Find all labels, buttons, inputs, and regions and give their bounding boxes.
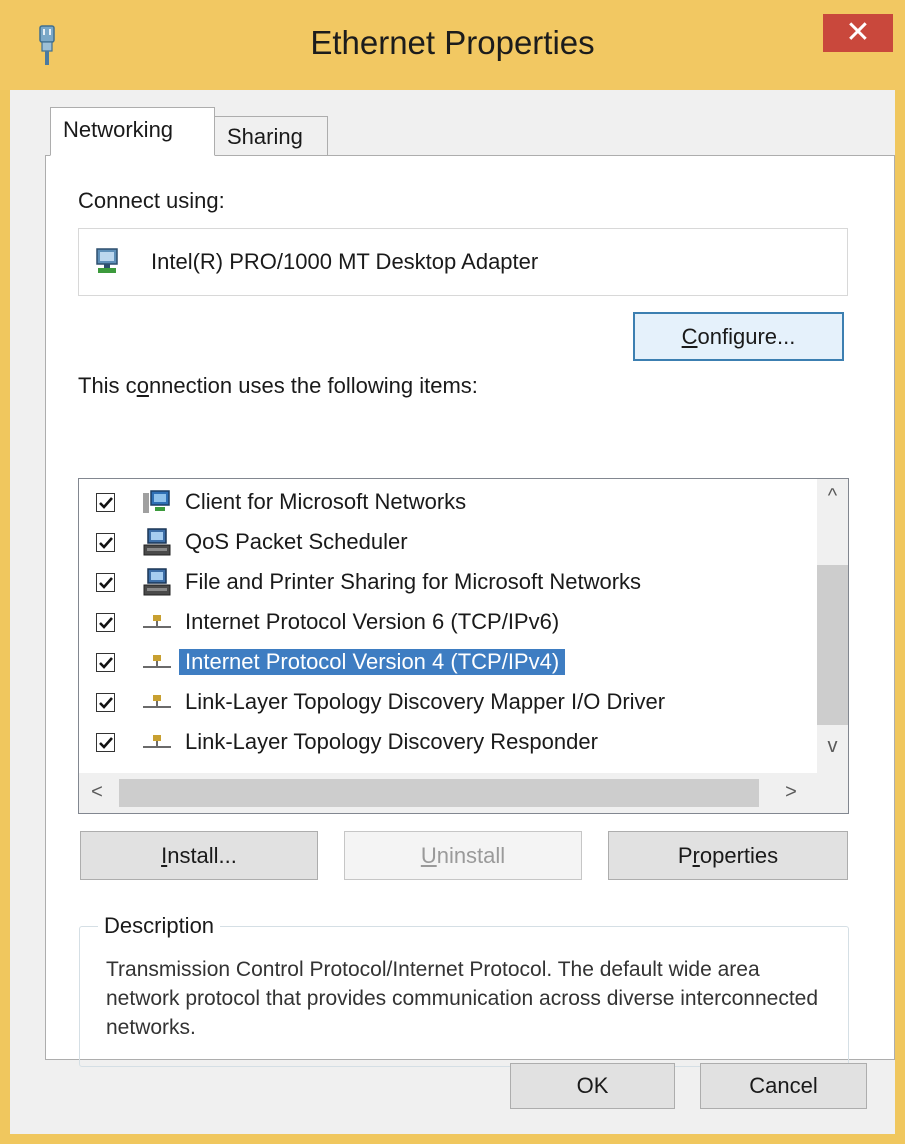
components-list[interactable]: Client for Microsoft Networks QoS Packet… [78, 478, 849, 814]
description-text: Transmission Control Protocol/Internet P… [106, 958, 819, 1039]
list-item-selected[interactable]: Internet Protocol Version 4 (TCP/IPv4) [79, 643, 799, 683]
uninstall-label-post: ninstall [436, 843, 506, 868]
scroll-right-icon[interactable]: > [779, 781, 803, 804]
properties-button[interactable]: Properties [608, 831, 848, 880]
protocol-icon [143, 735, 171, 748]
items-label-post: nnection uses the following items: [148, 373, 478, 398]
tab-networking-label: Networking [63, 117, 174, 142]
item-label: Client for Microsoft Networks [185, 489, 467, 514]
service-icon [143, 528, 171, 556]
horizontal-scroll-thumb[interactable] [119, 779, 759, 807]
vertical-scroll-thumb[interactable] [817, 565, 848, 725]
configure-label-post: onfigure... [697, 324, 796, 349]
item-label: File and Printer Sharing for Microsoft N… [185, 569, 642, 594]
tab-networking[interactable]: Networking [50, 107, 215, 156]
item-checkbox[interactable] [96, 693, 115, 712]
close-button[interactable]: ✕ [823, 14, 893, 52]
adapter-display: Intel(R) PRO/1000 MT Desktop Adapter [78, 228, 848, 296]
checkmark-icon [99, 657, 113, 669]
install-button[interactable]: Install... [80, 831, 318, 880]
ethernet-properties-window: Ethernet Properties ✕ Networking Sharing… [0, 0, 905, 1144]
ok-button[interactable]: OK [510, 1063, 675, 1109]
horizontal-scrollbar[interactable]: < > [79, 773, 817, 813]
networking-tab-panel: Connect using: Intel(R) PRO/1000 MT Desk… [45, 155, 895, 1067]
dialog-client-area: Networking Sharing Connect using: Intel(… [10, 90, 895, 1134]
ok-label: OK [576, 1073, 609, 1098]
item-label: Link-Layer Topology Discovery Responder [185, 729, 598, 754]
list-item[interactable]: QoS Packet Scheduler [79, 523, 799, 563]
scroll-left-icon[interactable]: < [85, 781, 109, 804]
scroll-down-icon[interactable]: v [817, 735, 848, 758]
item-label: Internet Protocol Version 6 (TCP/IPv6) [185, 609, 560, 634]
checkmark-icon [99, 697, 113, 709]
protocol-icon [143, 615, 171, 628]
item-checkbox[interactable] [96, 733, 115, 752]
cancel-button[interactable]: Cancel [700, 1063, 867, 1109]
protocol-icon [143, 695, 171, 708]
item-checkbox[interactable] [96, 493, 115, 512]
properties-label-key: r [692, 843, 700, 868]
item-label: Link-Layer Topology Discovery Mapper I/O… [185, 689, 666, 714]
list-item[interactable]: Client for Microsoft Networks [79, 483, 799, 523]
description-group: Description Transmission Control Protoco… [79, 913, 849, 1067]
scrollbar-corner [817, 773, 848, 813]
close-icon: ✕ [845, 16, 871, 49]
list-item[interactable]: Internet Protocol Version 6 (TCP/IPv6) [79, 603, 799, 643]
configure-button[interactable]: Configure... [633, 312, 844, 361]
checkmark-icon [99, 497, 113, 509]
properties-label-post: operties [699, 843, 779, 868]
install-label-post: nstall... [167, 843, 237, 868]
configure-label-key: C [681, 324, 698, 349]
description-legend: Description [98, 913, 221, 939]
vertical-scrollbar[interactable]: ^ v [817, 479, 848, 773]
item-checkbox[interactable] [96, 653, 115, 672]
title-bar[interactable]: Ethernet Properties ✕ [0, 0, 905, 90]
list-item[interactable]: Link-Layer Topology Discovery Responder [79, 723, 799, 763]
adapter-name: Intel(R) PRO/1000 MT Desktop Adapter [151, 249, 539, 274]
list-item[interactable]: File and Printer Sharing for Microsoft N… [79, 563, 799, 603]
items-label: This connection uses the following items… [78, 373, 478, 399]
item-label: Internet Protocol Version 4 (TCP/IPv4) [179, 649, 566, 675]
protocol-icon [143, 655, 171, 668]
service-icon [143, 568, 171, 596]
scroll-up-icon[interactable]: ^ [817, 485, 848, 508]
checkmark-icon [99, 577, 113, 589]
tab-sharing-label: Sharing [227, 124, 303, 149]
item-checkbox[interactable] [96, 533, 115, 552]
network-adapter-icon [96, 248, 118, 273]
cancel-label: Cancel [749, 1073, 818, 1098]
uninstall-button[interactable]: Uninstall [344, 831, 582, 880]
uninstall-label-key: U [420, 843, 437, 868]
items-label-key: o [136, 373, 149, 398]
item-label: QoS Packet Scheduler [185, 529, 408, 554]
checkmark-icon [99, 617, 113, 629]
checkmark-icon [99, 737, 113, 749]
checkmark-icon [99, 537, 113, 549]
items-label-pre: This c [78, 373, 137, 398]
connect-using-label: Connect using: [78, 188, 225, 213]
item-checkbox[interactable] [96, 613, 115, 632]
list-item[interactable]: Link-Layer Topology Discovery Mapper I/O… [79, 683, 799, 723]
item-checkbox[interactable] [96, 573, 115, 592]
window-title: Ethernet Properties [310, 24, 595, 61]
tab-sharing[interactable]: Sharing [214, 116, 328, 156]
properties-label-pre: P [677, 843, 693, 868]
network-client-icon [143, 490, 170, 513]
